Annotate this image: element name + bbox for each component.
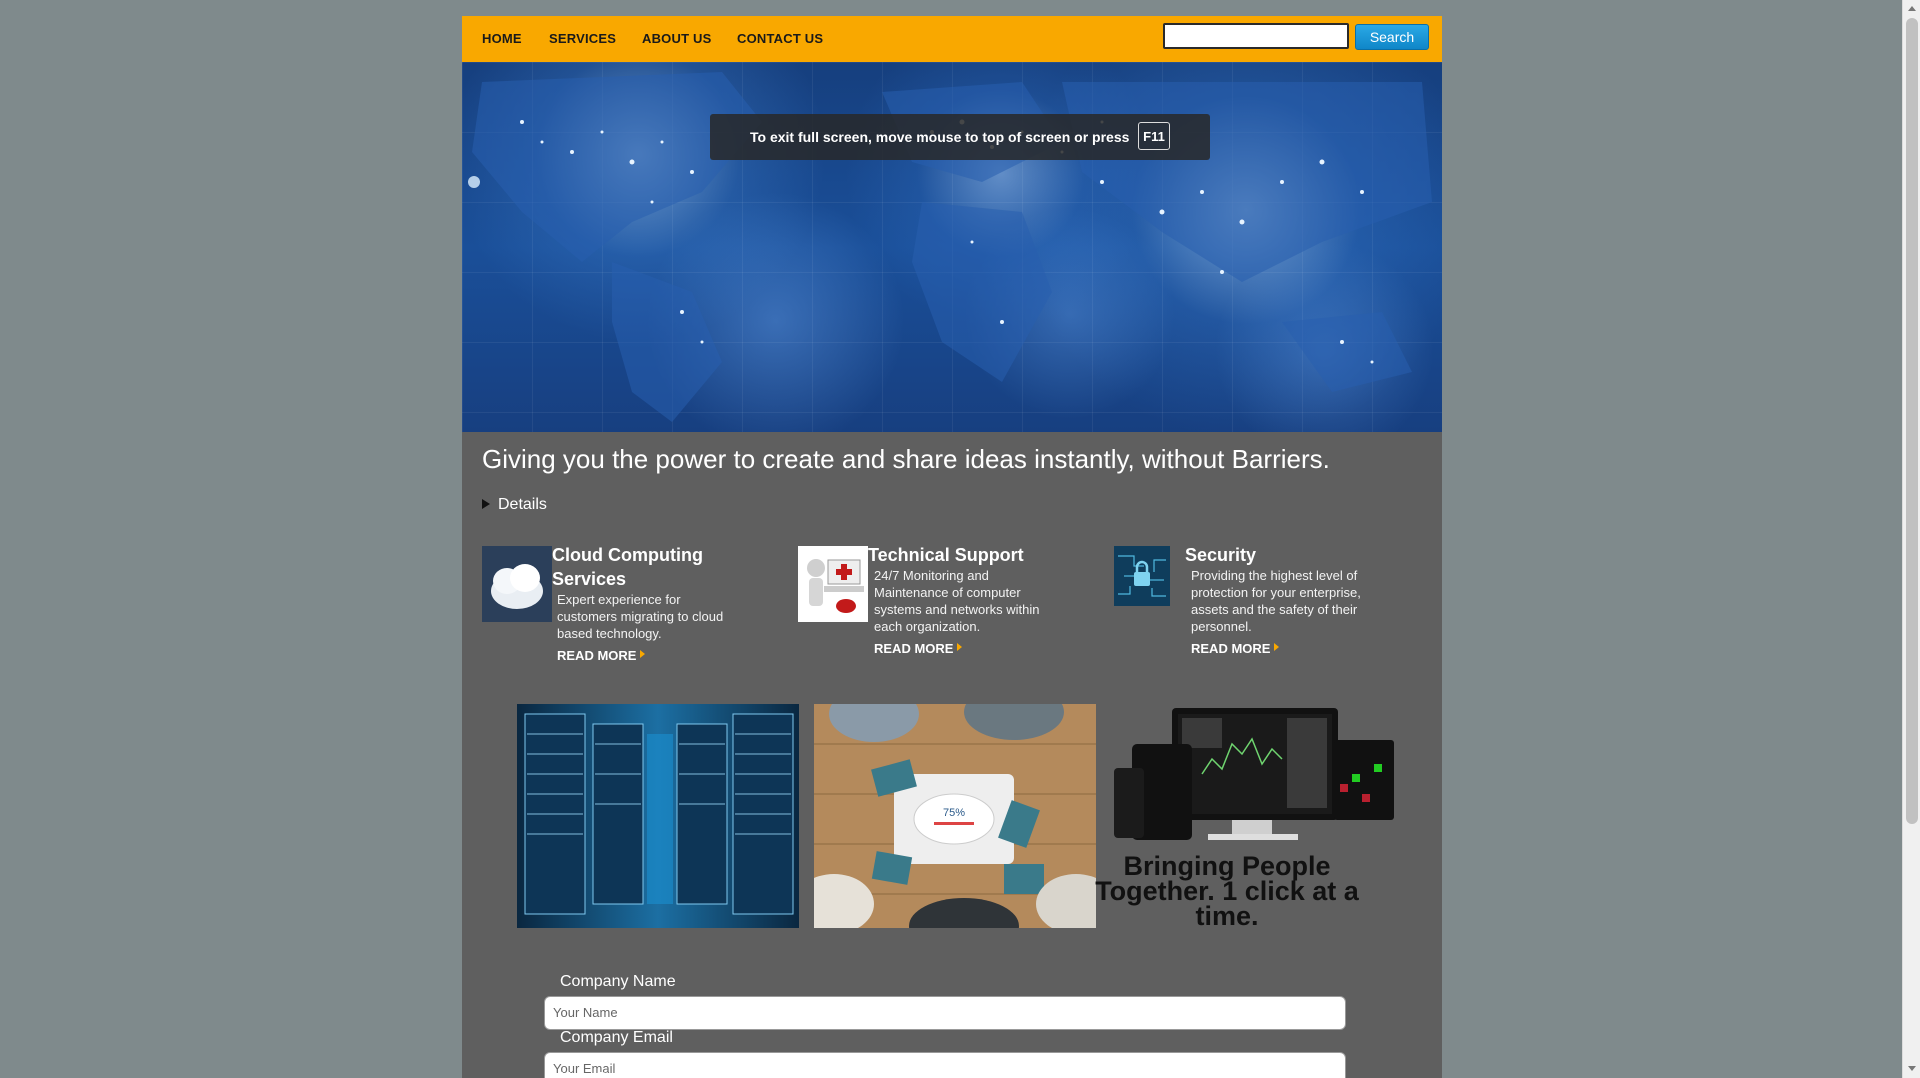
team-meeting-photo: 75% (814, 704, 1096, 928)
arrow-right-icon (1274, 643, 1280, 651)
nav-home[interactable]: HOME (482, 31, 522, 46)
nav-contact-us[interactable]: CONTACT US (737, 31, 823, 46)
search-button[interactable]: Search (1355, 24, 1429, 50)
read-more-label: READ MORE (557, 648, 637, 663)
service-title-cloud: Cloud Computing Services (552, 545, 703, 589)
lock-icon (1114, 546, 1170, 606)
nav-services[interactable]: SERVICES (549, 31, 616, 46)
meeting-table-image: 75% (814, 704, 1096, 928)
hero-world-map-banner: To exit full screen, move mouse to top o… (462, 62, 1442, 432)
cloud-icon (482, 546, 552, 622)
fullscreen-notice: To exit full screen, move mouse to top o… (710, 114, 1210, 160)
tagline: Giving you the power to create and share… (482, 444, 1330, 474)
f11-key-badge: F11 (1138, 122, 1170, 150)
top-navigation-bar: HOME SERVICES ABOUT US CONTACT US Search (462, 16, 1442, 62)
service-desc-cloud: Expert experience for customers migratin… (557, 592, 724, 641)
read-more-label: READ MORE (1191, 641, 1271, 656)
search-input[interactable] (1163, 23, 1349, 49)
read-more-support-link[interactable]: READ MORE (874, 641, 963, 656)
service-desc-support: 24/7 Monitoring and Maintenance of compu… (874, 568, 1040, 634)
service-title-security: Security (1185, 545, 1257, 565)
security-thumbnail-image (1114, 546, 1170, 606)
company-email-label: Company Email (560, 1029, 673, 1046)
read-more-cloud-link[interactable]: READ MORE (557, 648, 646, 663)
arrow-right-icon (957, 643, 963, 651)
server-room-photo (517, 704, 799, 928)
read-more-security-link[interactable]: READ MORE (1191, 641, 1280, 656)
details-disclosure[interactable]: Details (482, 496, 547, 514)
cloud-thumbnail-image (482, 546, 552, 622)
details-label: Details (498, 496, 547, 513)
nav-about-us[interactable]: ABOUT US (642, 31, 712, 46)
meeting-progress-label: 75% (943, 807, 965, 819)
arrow-right-icon (640, 650, 646, 658)
disclosure-triangle-icon (482, 498, 490, 509)
company-name-label: Company Name (560, 973, 676, 990)
support-icon (798, 546, 868, 622)
read-more-label: READ MORE (874, 641, 954, 656)
page-container: HOME SERVICES ABOUT US CONTACT US Search (462, 16, 1442, 1078)
scroll-up-arrow-icon[interactable] (1908, 6, 1916, 11)
support-thumbnail-image (798, 546, 868, 622)
how-found-label: How Did You Find Us? (560, 1070, 720, 1078)
service-title-support: Technical Support (868, 545, 1024, 565)
scrollbar-thumb[interactable] (1906, 18, 1918, 824)
server-racks-image (517, 704, 799, 928)
trading-devices-image (1112, 704, 1394, 852)
scroll-down-arrow-icon[interactable] (1908, 1066, 1916, 1071)
vertical-scrollbar[interactable] (1902, 0, 1920, 1078)
devices-photo (1112, 704, 1394, 852)
fullscreen-notice-text: To exit full screen, move mouse to top o… (750, 129, 1130, 145)
promo-text: Bringing People Together. 1 click at a t… (1095, 851, 1359, 931)
service-desc-security: Providing the highest level of protectio… (1191, 568, 1361, 634)
company-name-input[interactable]: Your Name (544, 996, 1346, 1030)
